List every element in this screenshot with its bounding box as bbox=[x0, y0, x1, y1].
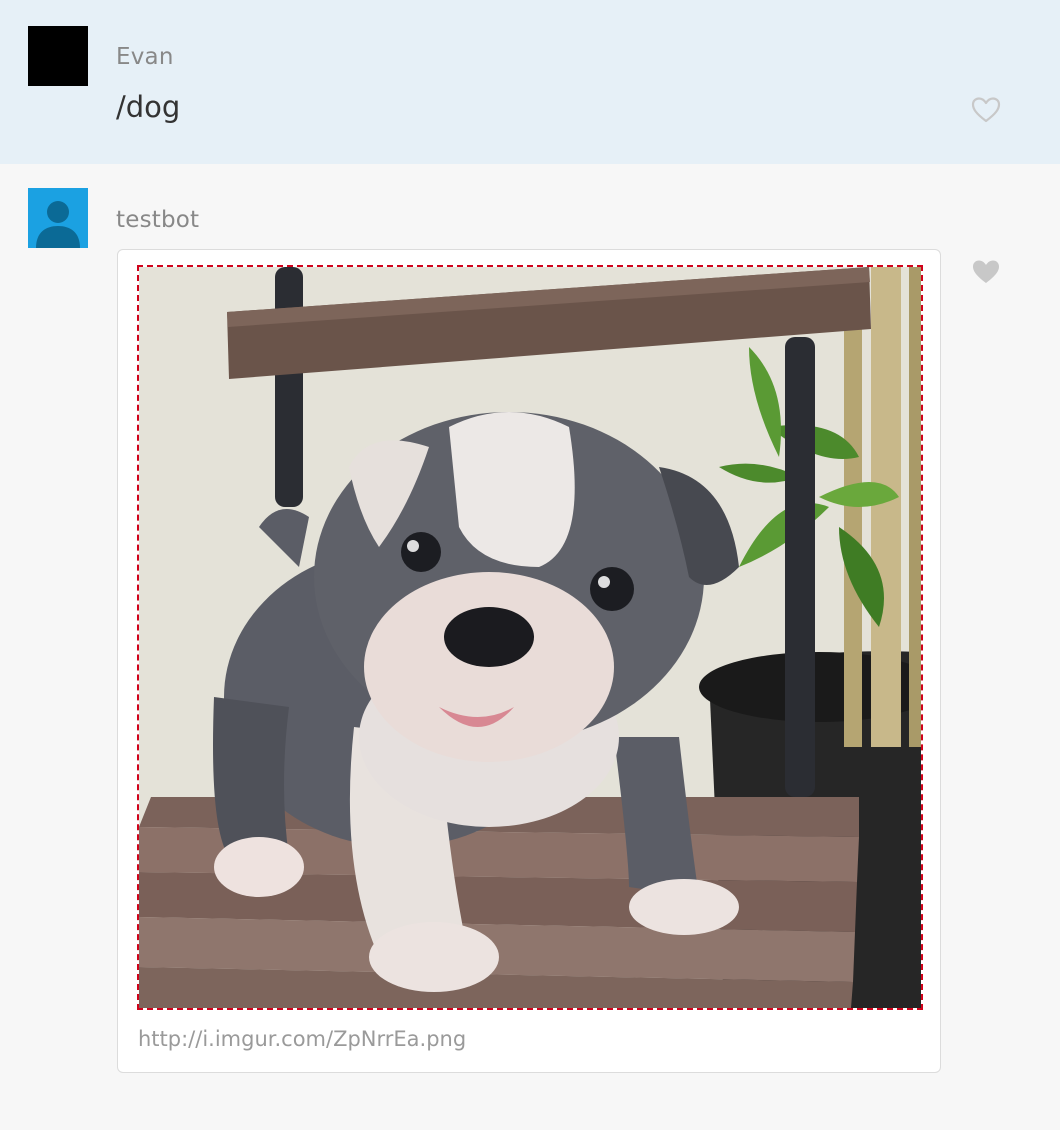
heart-outline-icon[interactable] bbox=[970, 94, 1002, 126]
bulldog-puppy-photo bbox=[139, 267, 921, 1008]
message-text: /dog bbox=[116, 90, 181, 124]
user-silhouette-icon bbox=[28, 188, 88, 248]
message-username[interactable]: testbot bbox=[116, 207, 199, 233]
bot-avatar[interactable] bbox=[28, 188, 88, 248]
message-user: Evan /dog bbox=[0, 0, 1060, 164]
image-attachment-card: http://i.imgur.com/ZpNrrEa.png bbox=[117, 249, 941, 1073]
image-url-link[interactable]: http://i.imgur.com/ZpNrrEa.png bbox=[138, 1027, 466, 1051]
attachment-image[interactable] bbox=[137, 265, 923, 1010]
heart-filled-icon[interactable] bbox=[970, 256, 1002, 288]
message-username[interactable]: Evan bbox=[116, 44, 174, 70]
user-avatar[interactable] bbox=[28, 26, 88, 86]
message-bot: testbot http://i.imgur.com/ZpNrrEa.png bbox=[0, 164, 1060, 1130]
